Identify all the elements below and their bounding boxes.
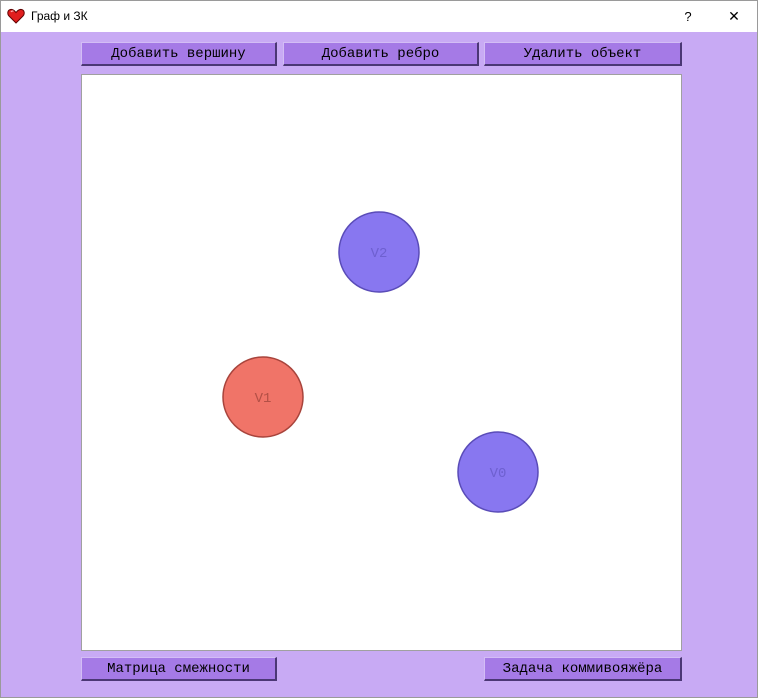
vertex-label: V1 — [255, 391, 272, 407]
tsp-button[interactable]: Задача коммивояжёра — [484, 657, 682, 681]
app-window: Граф и ЗК ? ✕ Добавить вершину Добавить … — [0, 0, 758, 698]
delete-object-button[interactable]: Удалить объект — [484, 42, 682, 66]
vertex-v2[interactable]: V2 — [338, 211, 420, 293]
heart-icon — [7, 8, 25, 24]
window-title: Граф и ЗК — [31, 9, 88, 23]
graph-drawing[interactable]: V0 V1 V2 — [82, 75, 681, 650]
vertex-v1[interactable]: V1 — [222, 356, 304, 438]
title-bar: Граф и ЗК ? ✕ — [1, 1, 757, 32]
add-vertex-button[interactable]: Добавить вершину — [81, 42, 277, 66]
vertex-label: V2 — [371, 246, 388, 262]
help-button[interactable]: ? — [665, 1, 711, 32]
vertex-label: V0 — [490, 466, 507, 482]
add-edge-button[interactable]: Добавить ребро — [283, 42, 479, 66]
graph-canvas[interactable]: V0 V1 V2 — [81, 74, 682, 651]
adjacency-matrix-button[interactable]: Матрица смежности — [81, 657, 277, 681]
close-button[interactable]: ✕ — [711, 1, 757, 32]
vertex-v0[interactable]: V0 — [457, 431, 539, 513]
